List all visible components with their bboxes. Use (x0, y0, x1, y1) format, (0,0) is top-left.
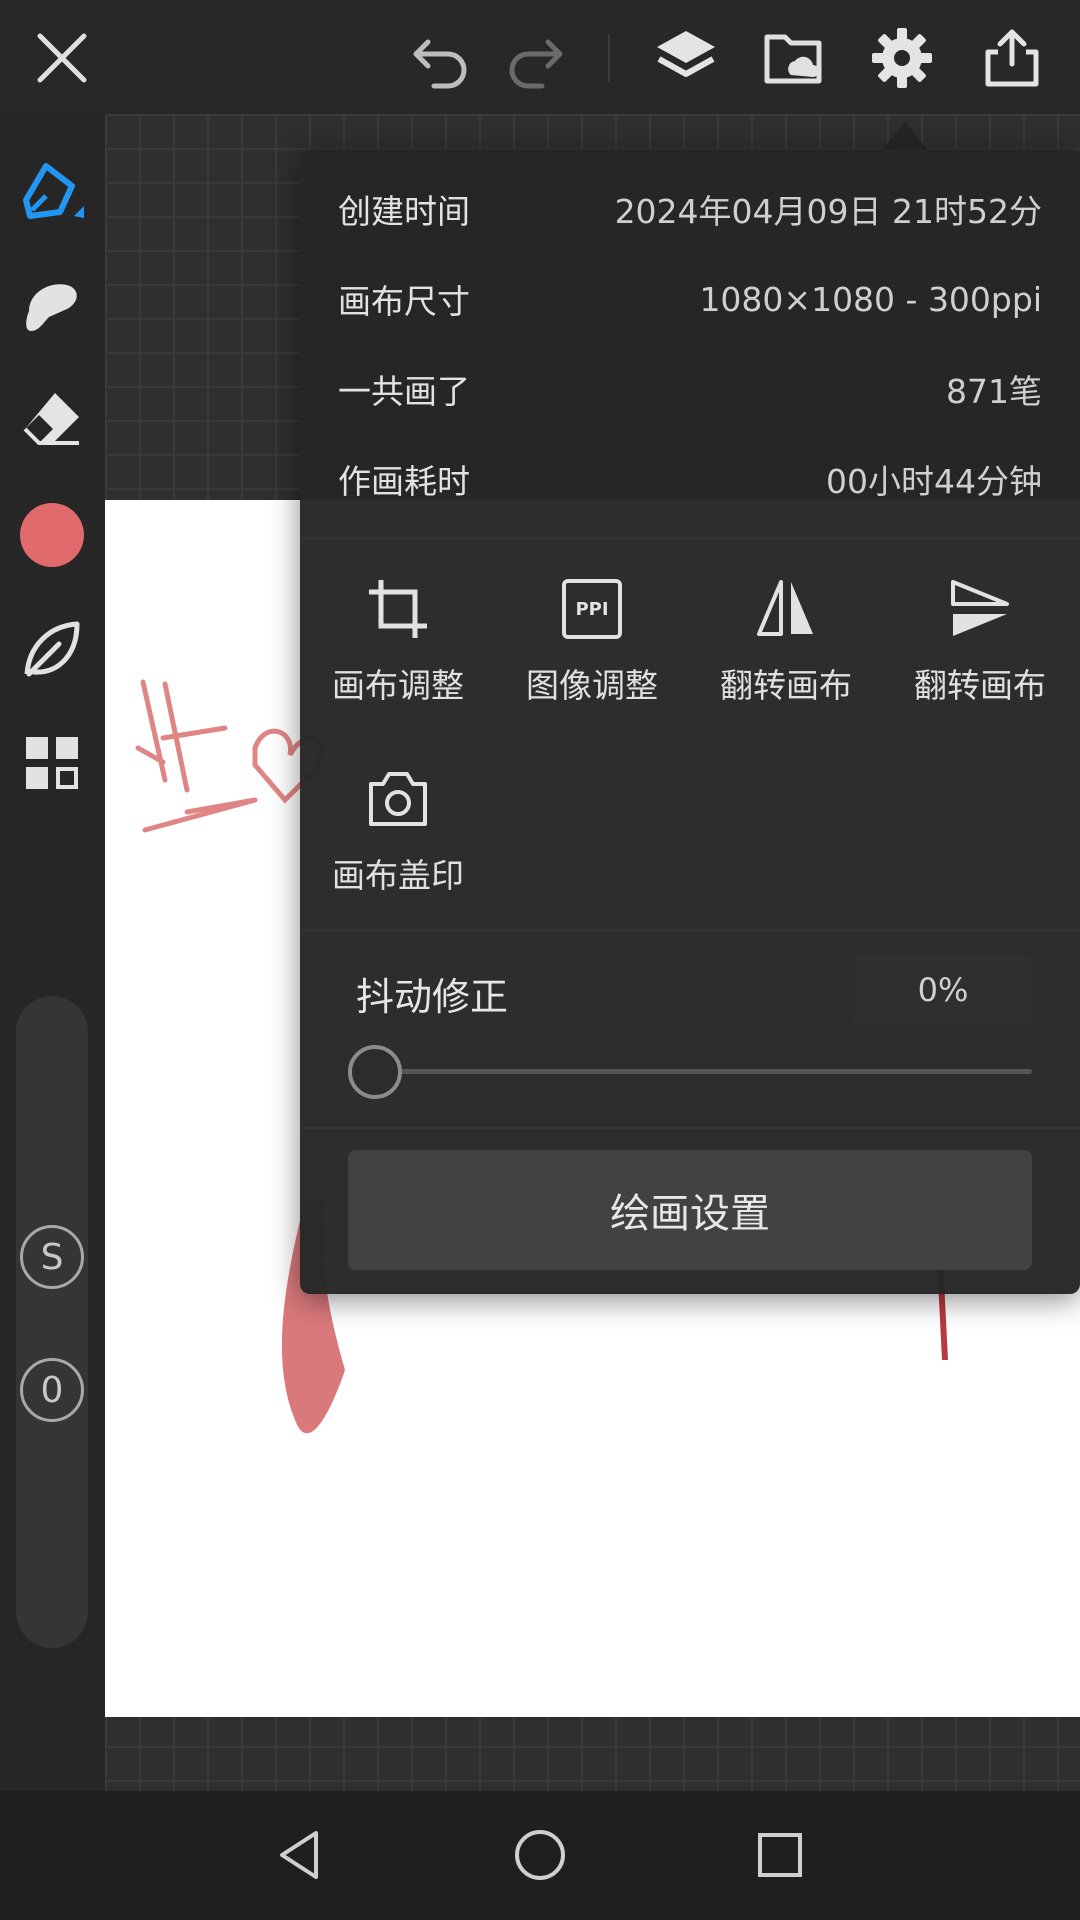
jitter-slider-track[interactable] (376, 1069, 1032, 1074)
top-toolbar (0, 0, 1080, 114)
recents-icon[interactable] (742, 1817, 818, 1893)
info-row-created: 创建时间 2024年04月09日 21时52分 (338, 179, 1042, 239)
ppi-icon: PPI (552, 569, 632, 649)
gear-icon[interactable] (866, 22, 938, 94)
tool-label: 翻转画布 (720, 666, 852, 705)
canvas-adjust-button[interactable]: 画布调整 (303, 569, 493, 729)
info-value: 1080×1080 - 300ppi (699, 279, 1042, 319)
panel-pointer (883, 121, 927, 149)
system-nav-bar (0, 1791, 1080, 1920)
tool-label: 图像调整 (526, 666, 658, 705)
opacity-button[interactable]: 0 (20, 1358, 84, 1422)
jitter-value-field[interactable]: 0% (852, 955, 1034, 1025)
canvas-stamp-button[interactable]: 画布盖印 (303, 759, 493, 919)
back-icon[interactable] (262, 1817, 338, 1893)
toolbar-divider (608, 34, 610, 82)
flip-horizontal-icon (746, 569, 826, 649)
info-key: 画布尺寸 (338, 282, 470, 321)
image-adjust-button[interactable]: PPI 图像调整 (497, 569, 687, 729)
info-value: 2024年04月09日 21时52分 (614, 192, 1042, 231)
color-swatch[interactable] (20, 503, 84, 567)
cloud-folder-icon[interactable] (758, 22, 830, 94)
divider (300, 1127, 1080, 1129)
brush-size-slider[interactable] (16, 996, 88, 1648)
share-icon[interactable] (976, 22, 1048, 94)
flip-vertical-button[interactable]: 翻转画布 (885, 569, 1075, 729)
tool-label: 翻转画布 (914, 666, 1046, 705)
smudge-icon[interactable] (16, 270, 88, 342)
layers-icon[interactable] (650, 22, 722, 94)
info-row-size: 画布尺寸 1080×1080 - 300ppi (338, 269, 1042, 329)
info-row-strokes: 一共画了 871笔 (338, 359, 1042, 419)
canvas-info-panel: 创建时间 2024年04月09日 21时52分 画布尺寸 1080×1080 -… (300, 149, 1080, 1294)
s-button[interactable]: S (20, 1225, 84, 1289)
divider (300, 929, 1080, 931)
jitter-correction-label: 抖动修正 (356, 975, 509, 1019)
tool-label: 画布盖印 (332, 856, 464, 895)
left-toolbar: S 0 (0, 114, 105, 1791)
camera-icon (358, 759, 438, 839)
info-key: 创建时间 (338, 192, 470, 231)
leaf-icon[interactable] (16, 613, 88, 685)
jitter-slider-knob[interactable] (348, 1045, 402, 1099)
info-value: 00小时44分钟 (826, 462, 1042, 501)
flip-vertical-icon (940, 569, 1020, 649)
info-key: 一共画了 (338, 372, 470, 411)
tool-label: 画布调整 (332, 666, 464, 705)
info-key: 作画耗时 (338, 462, 470, 501)
grid-icon[interactable] (16, 727, 88, 799)
close-icon[interactable] (26, 22, 98, 94)
crop-icon (358, 569, 438, 649)
redo-icon[interactable] (500, 22, 572, 94)
eraser-icon[interactable] (16, 384, 88, 456)
info-value: 871笔 (946, 372, 1042, 411)
info-row-duration: 作画耗时 00小时44分钟 (338, 449, 1042, 509)
pen-icon[interactable] (16, 156, 88, 228)
ppi-icon-text: PPI (562, 579, 622, 639)
home-icon[interactable] (502, 1817, 578, 1893)
painting-settings-button[interactable]: 绘画设置 (348, 1150, 1032, 1270)
undo-icon[interactable] (404, 22, 476, 94)
divider (300, 537, 1080, 539)
flip-horizontal-button[interactable]: 翻转画布 (691, 569, 881, 729)
